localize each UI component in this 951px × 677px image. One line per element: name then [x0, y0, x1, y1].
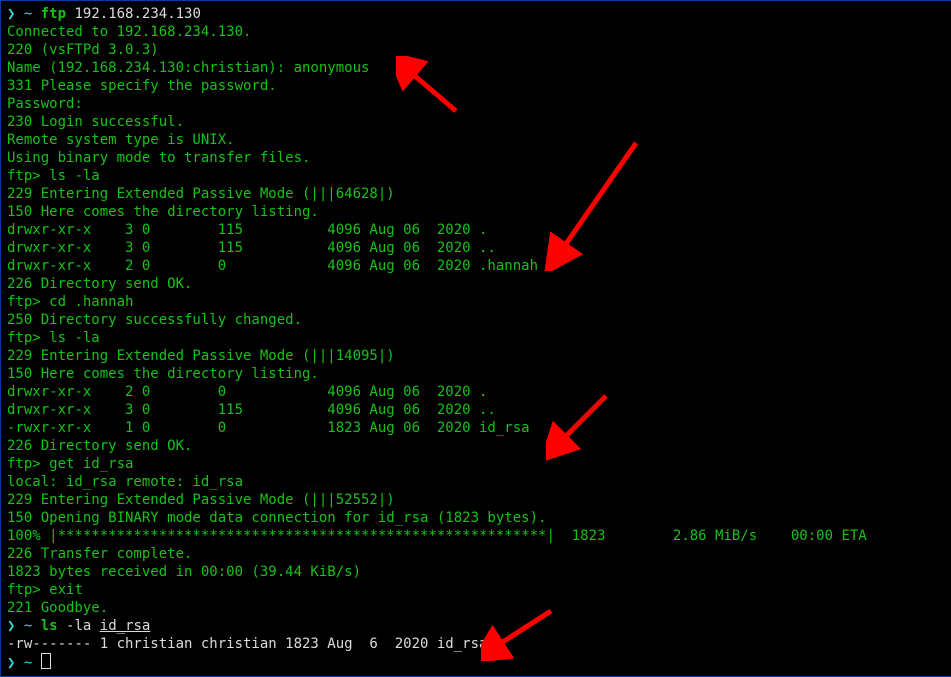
line: 100% |**********************************…	[7, 528, 867, 544]
dir-row: drwxr-xr-x 3 0 115 4096 Aug 06 2020 .	[7, 222, 487, 238]
line: 226 Directory send OK.	[7, 276, 192, 292]
line: 1823 bytes received in 00:00 (39.44 KiB/…	[7, 564, 361, 580]
line: 221 Goodbye.	[7, 600, 108, 616]
cmd-ls: ls	[41, 618, 58, 634]
line: Password:	[7, 96, 83, 112]
line: Name (192.168.234.130:christian): anonym…	[7, 60, 369, 76]
line: 150 Opening BINARY mode data connection …	[7, 510, 546, 526]
line: 229 Entering Extended Passive Mode (|||6…	[7, 186, 395, 202]
prompt-path: ~	[24, 6, 32, 22]
cmd: cd .hannah	[49, 294, 133, 310]
dir-row: drwxr-xr-x 3 0 115 4096 Aug 06 2020 ..	[7, 402, 496, 418]
prompt-symbol: ❯	[7, 618, 15, 634]
cmd: get id_rsa	[49, 456, 133, 472]
line: Using binary mode to transfer files.	[7, 150, 310, 166]
line: -rw------- 1 christian christian 1823 Au…	[7, 636, 487, 652]
line: 229 Entering Extended Passive Mode (|||5…	[7, 492, 395, 508]
ftp-prompt: ftp>	[7, 330, 41, 346]
line: 220 (vsFTPd 3.0.3)	[7, 42, 159, 58]
line: 226 Directory send OK.	[7, 438, 192, 454]
line: local: id_rsa remote: id_rsa	[7, 474, 243, 490]
line: 331 Please specify the password.	[7, 78, 277, 94]
line: Connected to 192.168.234.130.	[7, 24, 251, 40]
line: 150 Here comes the directory listing.	[7, 366, 319, 382]
line: Remote system type is UNIX.	[7, 132, 235, 148]
prompt-path: ~	[24, 655, 32, 671]
prompt-symbol: ❯	[7, 6, 15, 22]
arg: -la	[66, 618, 91, 634]
line: 150 Here comes the directory listing.	[7, 204, 319, 220]
cmd-ftp: ftp	[41, 6, 66, 22]
arg-ip: 192.168.234.130	[74, 6, 200, 22]
prompt-symbol: ❯	[7, 655, 15, 671]
prompt-path: ~	[24, 618, 32, 634]
ftp-prompt: ftp>	[7, 456, 41, 472]
line: 230 Login successful.	[7, 114, 184, 130]
line: 229 Entering Extended Passive Mode (|||1…	[7, 348, 395, 364]
dir-row: drwxr-xr-x 2 0 0 4096 Aug 06 2020 .	[7, 384, 487, 400]
ftp-prompt: ftp>	[7, 582, 41, 598]
terminal-output[interactable]: ❯ ~ ftp 192.168.234.130 Connected to 192…	[1, 1, 951, 676]
ftp-prompt: ftp>	[7, 294, 41, 310]
ftp-prompt: ftp>	[7, 168, 41, 184]
line: 226 Transfer complete.	[7, 546, 192, 562]
cmd: ls -la	[49, 330, 100, 346]
cmd: exit	[49, 582, 83, 598]
line: 250 Directory successfully changed.	[7, 312, 302, 328]
cmd: ls -la	[49, 168, 100, 184]
dir-row: -rwxr-xr-x 1 0 0 1823 Aug 06 2020 id_rsa	[7, 420, 530, 436]
arg-file: id_rsa	[100, 618, 151, 634]
dir-row: drwxr-xr-x 2 0 0 4096 Aug 06 2020 .hanna…	[7, 258, 538, 274]
cursor	[41, 653, 51, 669]
dir-row: drwxr-xr-x 3 0 115 4096 Aug 06 2020 ..	[7, 240, 496, 256]
